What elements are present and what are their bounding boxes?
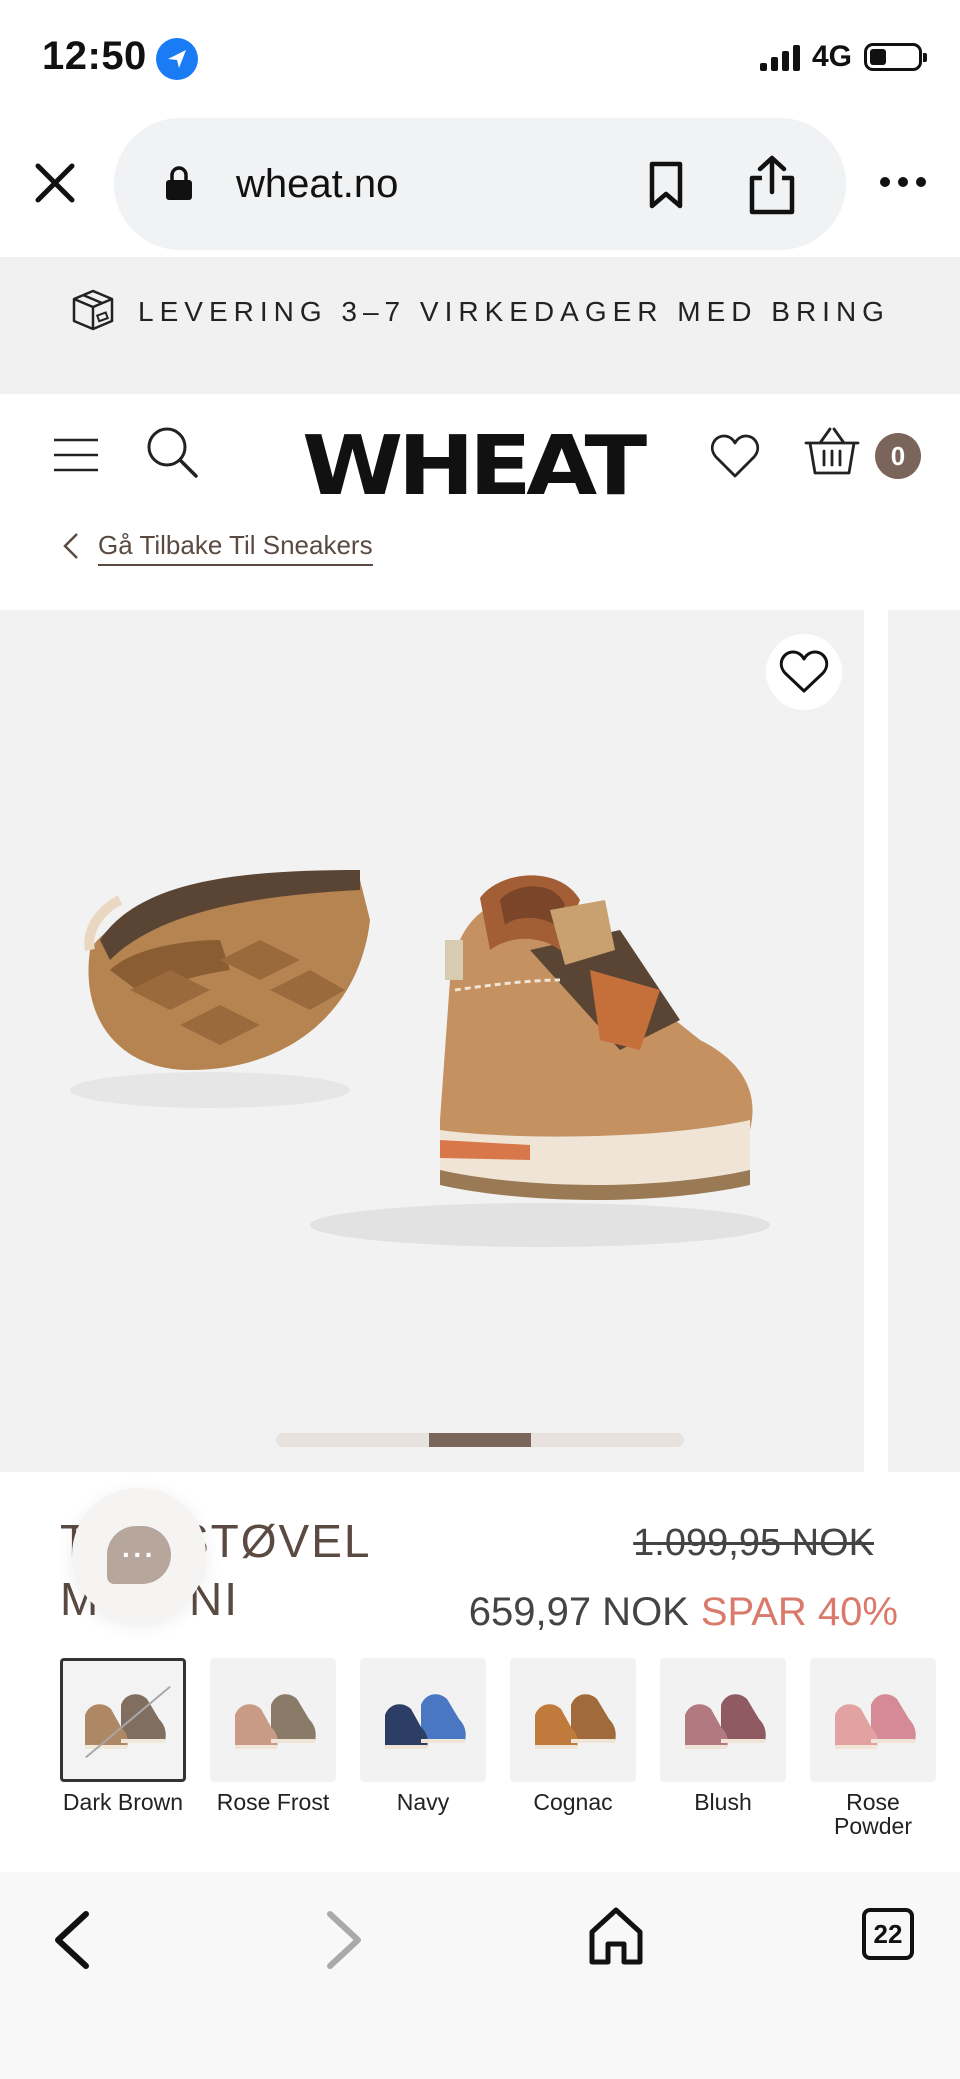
chat-icon: ···: [107, 1526, 171, 1584]
gallery-progress-track[interactable]: [276, 1433, 684, 1447]
chevron-left-icon: [62, 531, 80, 566]
share-icon[interactable]: [746, 154, 798, 216]
package-icon: [70, 287, 116, 338]
chat-button[interactable]: ···: [72, 1488, 206, 1622]
back-icon[interactable]: [50, 1908, 94, 1972]
forward-icon[interactable]: [322, 1908, 366, 1972]
delivery-text: LEVERING 3–7 VIRKEDAGER MED BRING: [138, 296, 890, 327]
swatch-label: Blush: [694, 1789, 752, 1815]
gallery-progress-thumb[interactable]: [429, 1433, 531, 1447]
swatch-label: Dark Brown: [62, 1789, 184, 1815]
bookmark-icon[interactable]: [644, 160, 688, 210]
swatch-label: Rose Frost: [216, 1789, 330, 1815]
status-bar: 12:50 4G: [0, 0, 960, 115]
color-swatch[interactable]: Navy: [360, 1658, 486, 1838]
swatch-thumbnail[interactable]: [810, 1658, 936, 1782]
cart-count-badge[interactable]: 0: [875, 433, 921, 479]
color-swatch[interactable]: Rose Frost: [210, 1658, 336, 1838]
menu-icon[interactable]: [52, 437, 100, 473]
close-icon[interactable]: [30, 158, 80, 208]
basket-icon[interactable]: [804, 427, 860, 477]
address-bar[interactable]: wheat.no: [114, 118, 846, 250]
swatch-label: Navy: [396, 1789, 450, 1815]
heart-icon: [779, 650, 829, 693]
browser-bottom-nav: 22: [0, 1872, 960, 2079]
swatch-label: Rose Powder: [834, 1789, 912, 1839]
breadcrumb-link[interactable]: Gå Tilbake Til Sneakers: [98, 530, 373, 566]
delivery-banner: LEVERING 3–7 VIRKEDAGER MED BRING: [0, 257, 960, 394]
product-gallery[interactable]: [0, 610, 864, 1472]
swatch-label: Cognac: [533, 1789, 613, 1815]
site-logo[interactable]: WHEAT: [302, 419, 647, 514]
product-image: [70, 870, 770, 1247]
browser-toolbar: wheat.no: [0, 118, 960, 253]
status-indicators: 4G: [759, 40, 927, 74]
network-label: 4G: [811, 40, 852, 73]
more-icon[interactable]: [878, 172, 928, 192]
swatch-thumbnail[interactable]: [60, 1658, 186, 1782]
status-time: 12:50: [42, 34, 147, 78]
color-swatch[interactable]: Dark Brown: [60, 1658, 186, 1838]
tabs-count-button[interactable]: 22: [862, 1908, 914, 1960]
signal-icon: [759, 43, 800, 71]
wishlist-heart-icon[interactable]: [710, 433, 760, 479]
next-gallery-image[interactable]: [888, 610, 960, 1472]
color-swatch[interactable]: Blush: [660, 1658, 786, 1838]
discount-label: SPAR 40%: [700, 1590, 898, 1634]
color-swatch[interactable]: Rose Powder: [810, 1658, 936, 1838]
swatch-thumbnail[interactable]: [660, 1658, 786, 1782]
price-row: 659,97 NOK SPAR 40%: [469, 1590, 898, 1635]
site-header: WHEAT 0: [0, 395, 960, 525]
location-arrow-icon: [156, 38, 198, 80]
swatch-thumbnail[interactable]: [210, 1658, 336, 1782]
sale-price: 659,97 NOK: [468, 1590, 689, 1634]
lock-icon: [164, 166, 194, 202]
color-swatch[interactable]: Cognac: [510, 1658, 636, 1838]
breadcrumb[interactable]: Gå Tilbake Til Sneakers: [62, 530, 373, 566]
search-icon[interactable]: [145, 425, 199, 479]
original-price: 1.099,95 NOK: [633, 1522, 874, 1564]
battery-icon: [864, 43, 927, 71]
home-icon[interactable]: [588, 1906, 644, 1966]
swatch-thumbnail[interactable]: [510, 1658, 636, 1782]
color-swatches: Dark Brown Rose Frost Navy Cognac Blush Rose …: [60, 1658, 936, 1838]
url-text: wheat.no: [236, 162, 399, 206]
add-to-wishlist-button[interactable]: [766, 634, 842, 710]
swatch-thumbnail[interactable]: [360, 1658, 486, 1782]
